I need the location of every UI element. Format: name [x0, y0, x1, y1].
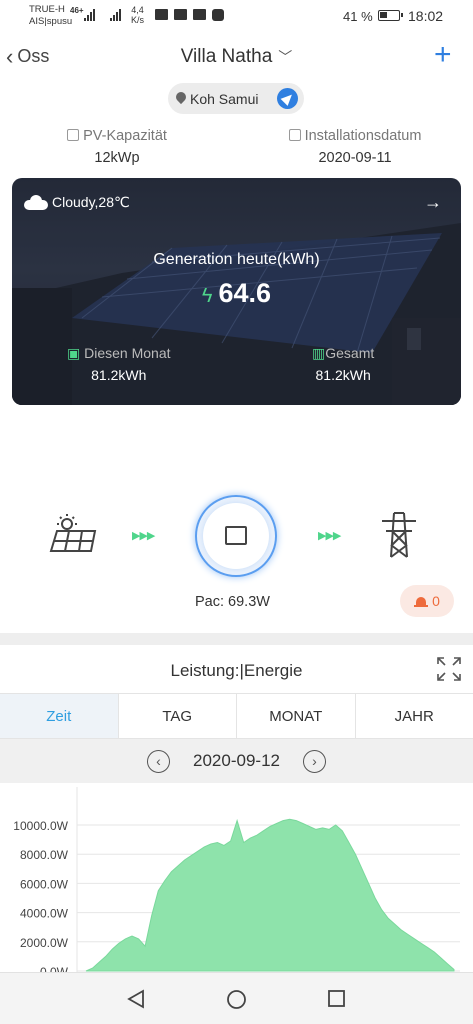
system-nav-bar: [0, 972, 473, 1024]
siren-icon: [414, 595, 429, 607]
flow-arrows-left: ▶▶▶: [132, 530, 155, 542]
generation-card[interactable]: Cloudy,28℃ → Generation heute(kWh) ϟ 64.6…: [12, 178, 461, 405]
date-selector: ‹ 2020-09-12 ›: [0, 739, 473, 783]
tab-zeit[interactable]: Zeit: [0, 694, 119, 738]
total-value: 81.2kWh: [315, 367, 371, 383]
pv-capacity: PV-Kapazität 12kWp: [17, 128, 217, 166]
mail-icon: [155, 9, 168, 20]
app-header: ‹ Oss Villa Natha ﹀ +: [0, 34, 473, 82]
inverter-button[interactable]: [195, 495, 277, 577]
power-chart[interactable]: 10000.0W 8000.0W 6000.0W 4000.0W 2000.0W 0.0W: [0, 783, 473, 973]
capacity-label: PV-Kapazität: [83, 128, 167, 144]
carrier-name-1: TRUE-H: [29, 4, 65, 15]
energy-flow: ▶▶▶ ▶▶▶ Pac: 69.3W 0: [0, 405, 473, 633]
nav-back-icon[interactable]: [126, 989, 146, 1009]
network-type: 46+: [70, 6, 84, 15]
install-value: 2020-09-11: [318, 150, 392, 166]
signal-icon-2: [110, 9, 121, 21]
message-icon: [193, 9, 206, 20]
weather-text: Cloudy,28℃: [52, 194, 130, 210]
battery-icon: [378, 10, 403, 21]
plant-title-dropdown[interactable]: Villa Natha ﹀: [0, 46, 473, 68]
signal-icon: [84, 9, 95, 21]
network-speed: 4,4 K/s: [131, 5, 144, 25]
selected-date[interactable]: 2020-09-12: [0, 751, 473, 771]
app-notification-icon: [212, 9, 224, 21]
speed-value: 4,4: [131, 5, 144, 15]
carrier-name-2: AIS|spusu: [29, 16, 73, 27]
arrow-right-icon[interactable]: →: [424, 192, 442, 213]
nav-home-icon[interactable]: [226, 989, 247, 1010]
pac-readout: Pac: 69.3W: [195, 594, 270, 610]
total-stat: ▥Gesamt 81.2kWh: [312, 345, 374, 383]
solar-panel-icon: [49, 514, 97, 552]
add-button[interactable]: +: [434, 40, 452, 70]
month-label: Diesen Monat: [84, 345, 171, 361]
generation-value: 64.6: [218, 278, 272, 308]
installation-icon: [288, 129, 301, 141]
page-title: Villa Natha: [180, 46, 273, 67]
mail-icon-2: [174, 9, 187, 20]
month-stat: ▣ Diesen Monat 81.2kWh: [67, 345, 171, 383]
location-chip[interactable]: Koh Samui: [168, 83, 304, 114]
y-tick-label: 2000.0W: [20, 936, 69, 950]
total-label: Gesamt: [325, 345, 375, 361]
power-tower-icon: [382, 512, 416, 558]
cloud-icon: [24, 195, 48, 210]
tab-tag[interactable]: TAG: [118, 694, 237, 738]
capacity-icon: [67, 129, 80, 141]
clock: 18:02: [408, 8, 444, 24]
tab-jahr[interactable]: JAHR: [355, 694, 473, 738]
capacity-value: 12kWp: [94, 150, 140, 166]
chart-icon: ▥: [312, 345, 326, 361]
generation-value-row: ϟ 64.6: [12, 278, 461, 309]
next-date-icon[interactable]: ›: [303, 750, 326, 773]
calendar-icon: ▣: [67, 345, 81, 361]
chart-header: Leistung:|Energie: [0, 645, 473, 693]
navigate-icon[interactable]: [277, 88, 298, 109]
speed-unit: K/s: [131, 15, 145, 25]
dropdown-chevron-icon: ﹀: [278, 49, 293, 65]
month-value: 81.2kWh: [91, 367, 147, 383]
pac-value: 69.3W: [228, 594, 270, 610]
power-chart-svg: 10000.0W8000.0W6000.0W4000.0W2000.0W0.0W: [13, 787, 460, 973]
generation-label: Generation heute(kWh): [153, 251, 320, 268]
y-tick-label: 4000.0W: [20, 907, 69, 921]
y-tick-label: 6000.0W: [20, 877, 69, 891]
notification-icons: [155, 9, 224, 21]
battery-percent: 41 %: [343, 9, 373, 24]
period-tabs: Zeit TAG MONAT JAHR: [0, 693, 473, 739]
section-divider: [0, 633, 473, 645]
inverter-icon: [225, 526, 247, 545]
y-tick-label: 10000.0W: [13, 819, 68, 833]
pac-label: Pac:: [195, 594, 225, 610]
flow-arrows-right: ▶▶▶: [318, 530, 341, 542]
y-tick-label: 8000.0W: [20, 848, 69, 862]
install-label: Installationsdatum: [304, 128, 422, 144]
expand-icon[interactable]: [437, 657, 461, 681]
tab-monat[interactable]: MONAT: [237, 694, 356, 738]
weather-info: Cloudy,28℃: [24, 194, 130, 211]
status-bar: TRUE-H AIS|spusu 46+ 4,4 K/s 41 % 18:02: [0, 0, 473, 34]
nav-recents-icon[interactable]: [327, 989, 346, 1008]
alarm-badge[interactable]: 0: [400, 585, 454, 617]
bolt-icon: ϟ: [201, 285, 213, 307]
inverter-inner: [203, 503, 269, 569]
carrier-info: TRUE-H AIS|spusu: [29, 4, 72, 28]
location-name: Koh Samui: [190, 90, 259, 107]
location-pin-icon: [176, 92, 186, 105]
chart-title[interactable]: Leistung:|Energie: [0, 661, 473, 681]
alarm-count: 0: [432, 593, 440, 609]
installation-date: Installationsdatum 2020-09-11: [255, 128, 455, 166]
power-area-series: [85, 818, 455, 972]
plus-icon: +: [434, 38, 452, 71]
